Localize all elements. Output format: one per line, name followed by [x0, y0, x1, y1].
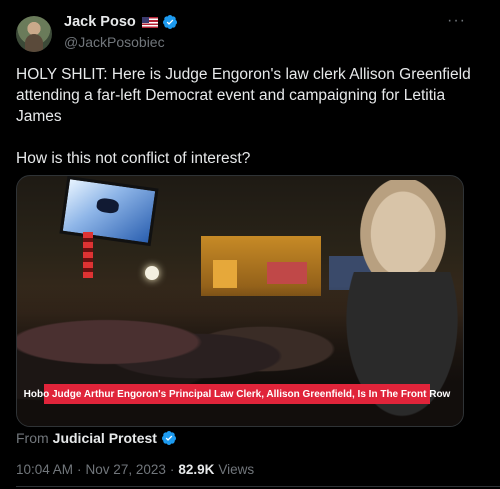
- divider: [16, 486, 500, 487]
- handle[interactable]: @JackPosobiec: [64, 34, 165, 50]
- views-label: Views: [218, 462, 255, 477]
- author-name-row: Jack Poso: [64, 14, 178, 30]
- bar-sign: [267, 262, 307, 284]
- tweet-meta: 10:04 AM · Nov 27, 2023 · 82.9K Views: [16, 462, 254, 477]
- display-name[interactable]: Jack Poso: [64, 14, 136, 30]
- tweet-text-line2: How is this not conflict of interest?: [16, 150, 251, 167]
- tweet-text: HOLY SHLIT: Here is Judge Engoron's law …: [16, 64, 476, 169]
- tweet-text-line1: HOLY SHLIT: Here is Judge Engoron's law …: [16, 66, 471, 125]
- tweet-time[interactable]: 10:04 AM: [16, 462, 73, 477]
- separator: ·: [77, 462, 82, 477]
- verified-badge-icon: [161, 431, 176, 445]
- tv-screen: [59, 176, 159, 247]
- lamp: [145, 266, 159, 280]
- tweet-date[interactable]: Nov 27, 2023: [86, 462, 166, 477]
- media-image[interactable]: Hobo Judge Arthur Engoron's Principal La…: [16, 175, 464, 427]
- us-flag-icon: [141, 16, 158, 28]
- media-caption: Hobo Judge Arthur Engoron's Principal La…: [24, 384, 450, 404]
- separator: ·: [169, 462, 175, 477]
- source-name[interactable]: Judicial Protest: [53, 430, 157, 446]
- source-attribution: From Judicial Protest: [16, 430, 177, 446]
- avatar[interactable]: [16, 16, 52, 52]
- source-prefix: From: [16, 430, 49, 446]
- red-lights: [83, 232, 93, 278]
- verified-badge-icon: [162, 15, 177, 29]
- tweet: Jack Poso @JackPosobiec ··· HOLY SHLIT: …: [0, 0, 500, 489]
- views-count[interactable]: 82.9K: [178, 462, 214, 477]
- more-options-icon[interactable]: ···: [447, 12, 466, 30]
- bar-window: [213, 260, 237, 288]
